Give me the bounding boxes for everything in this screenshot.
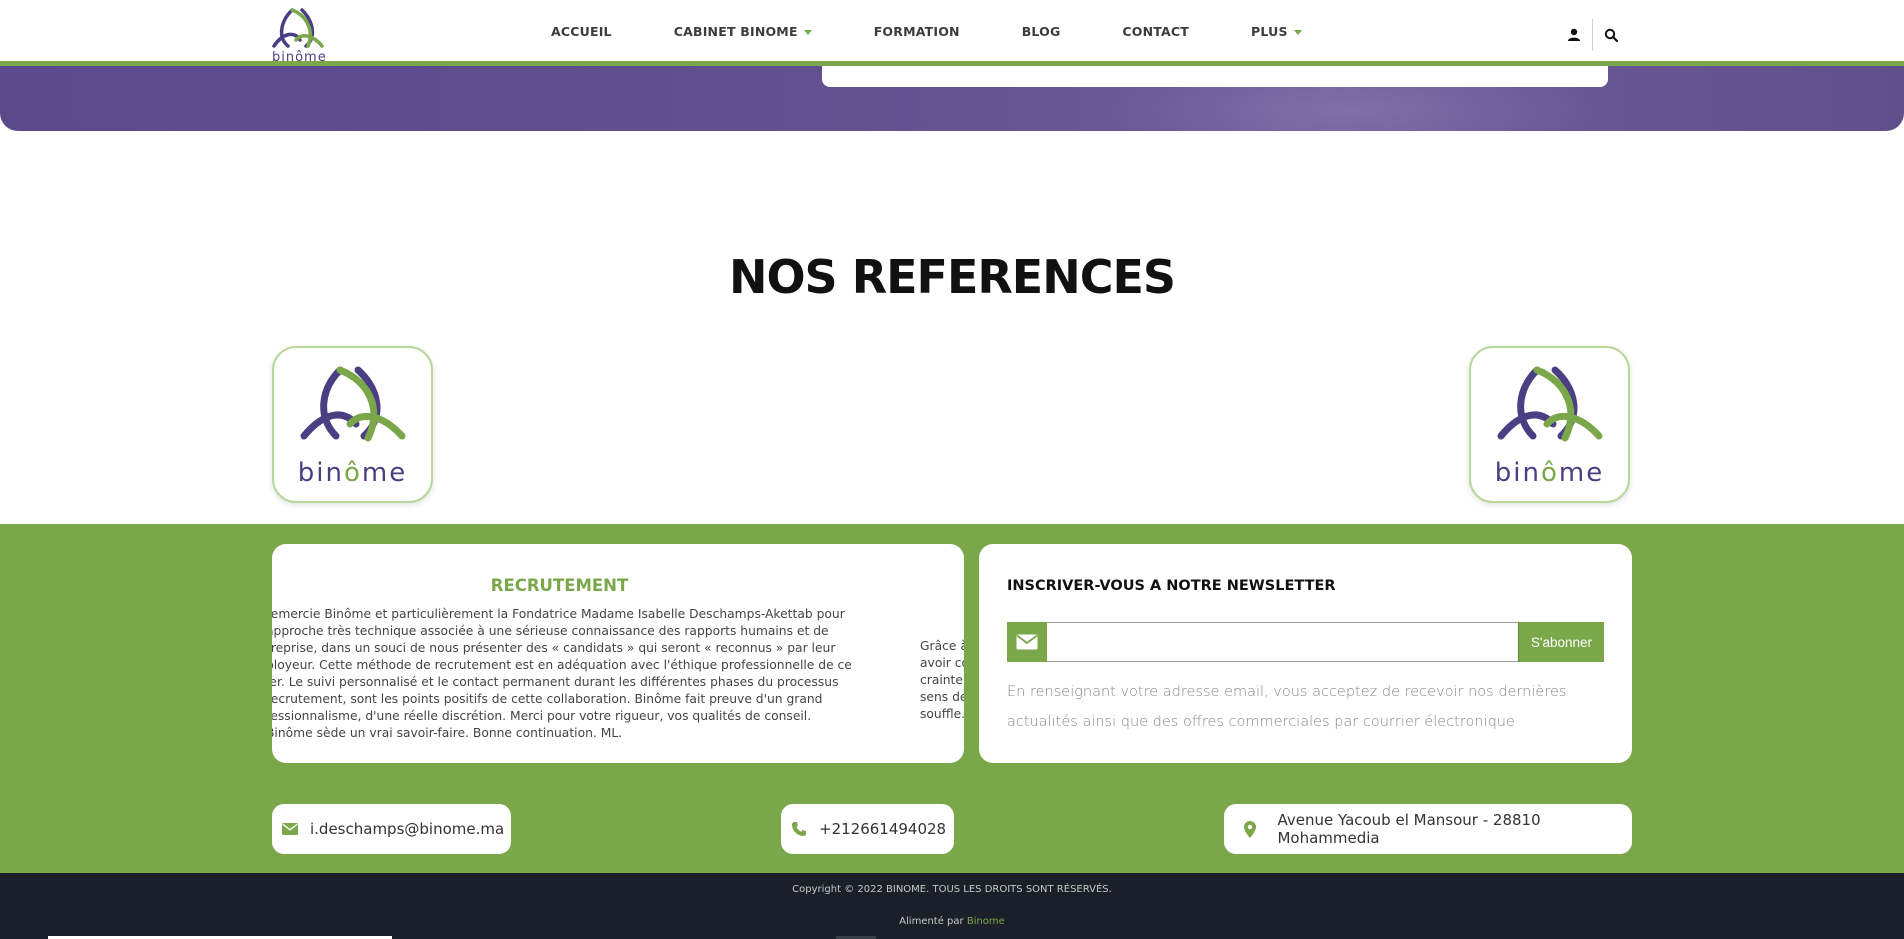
caret-down-icon [803, 29, 812, 35]
reference-card[interactable]: binôme [272, 346, 433, 503]
subscribe-button[interactable]: S'abonner [1518, 622, 1604, 662]
binome-logo-icon [1497, 366, 1603, 442]
testimonial-text: remercie Binôme et particulièrement la F… [272, 607, 852, 740]
newsletter-form: S'abonner [1007, 622, 1604, 662]
newsletter-panel: INSCRIVER-VOUS A NOTRE NEWSLETTER S'abon… [979, 544, 1632, 763]
email-text: i.deschamps@binome.ma [310, 820, 505, 838]
nav-item-cabinet-binome[interactable]: CABINET BINOME [674, 0, 812, 66]
phone-icon [791, 821, 807, 837]
main-nav: ACCUEIL CABINET BINOME FORMATION BLOG CO… [520, 0, 1333, 66]
user-icon[interactable] [1560, 21, 1588, 49]
site-footer: Copyright © 2022 BINOME. TOUS LES DROITS… [0, 873, 1904, 939]
reference-logo-text: binôme [297, 458, 408, 488]
nav-label: BLOG [1021, 24, 1061, 39]
newsletter-note: En renseignant votre adresse email, vous… [1007, 684, 1567, 730]
envelope-icon [282, 823, 298, 835]
contact-address[interactable]: Avenue Yacoub el Mansour - 28810 Mohamme… [1224, 804, 1632, 854]
testimonial-next-text: Grâce à avoir co crainte sens de souffle… [920, 639, 964, 721]
reference-logo-text: binôme [1494, 458, 1605, 488]
references-title: NOS REFERENCES [728, 250, 1176, 304]
site-header: binôme ACCUEIL CABINET BINOME FORMATION … [0, 0, 1904, 66]
contact-email[interactable]: i.deschamps@binome.ma [272, 804, 511, 854]
footer-green-section: RECRUTEMENT remercie Binôme et particuli… [0, 524, 1904, 873]
powered-by: Alimenté par Binome [899, 916, 1005, 927]
newsletter-email-input[interactable] [1047, 622, 1518, 662]
copyright-text: Copyright © 2022 BINOME. TOUS LES DROITS… [792, 884, 1112, 895]
nav-item-formation[interactable]: FORMATION [874, 0, 960, 66]
nav-label: PLUS [1251, 24, 1288, 39]
address-text: Avenue Yacoub el Mansour - 28810 Mohamme… [1277, 811, 1541, 847]
map-pin-icon [1234, 820, 1265, 838]
nav-label: CONTACT [1122, 24, 1190, 39]
testimonial-title: RECRUTEMENT [490, 576, 629, 595]
nav-label: FORMATION [873, 24, 960, 39]
header-divider [1592, 19, 1593, 51]
powered-by-link[interactable]: Binome [967, 916, 1005, 927]
newsletter-title: INSCRIVER-VOUS A NOTRE NEWSLETTER [1007, 578, 1336, 594]
nav-item-blog[interactable]: BLOG [1022, 0, 1061, 66]
nav-label: CABINET BINOME [673, 24, 798, 39]
phone-text: +212661494028 [819, 820, 947, 838]
header-actions [1560, 19, 1625, 51]
envelope-icon [1007, 622, 1047, 662]
logo-text: binôme [272, 50, 327, 65]
nav-item-contact[interactable]: CONTACT [1122, 0, 1189, 66]
caret-down-icon [1293, 29, 1302, 35]
nav-label: ACCUEIL [551, 24, 612, 39]
nav-item-plus[interactable]: PLUS [1251, 0, 1302, 66]
testimonial-panel: RECRUTEMENT remercie Binôme et particuli… [272, 544, 964, 763]
contact-phone[interactable]: +212661494028 [781, 804, 954, 854]
nav-item-accueil[interactable]: ACCUEIL [551, 0, 612, 66]
reference-card[interactable]: binôme [1469, 346, 1630, 503]
binome-logo-icon [300, 366, 406, 442]
search-icon[interactable] [1597, 21, 1625, 49]
